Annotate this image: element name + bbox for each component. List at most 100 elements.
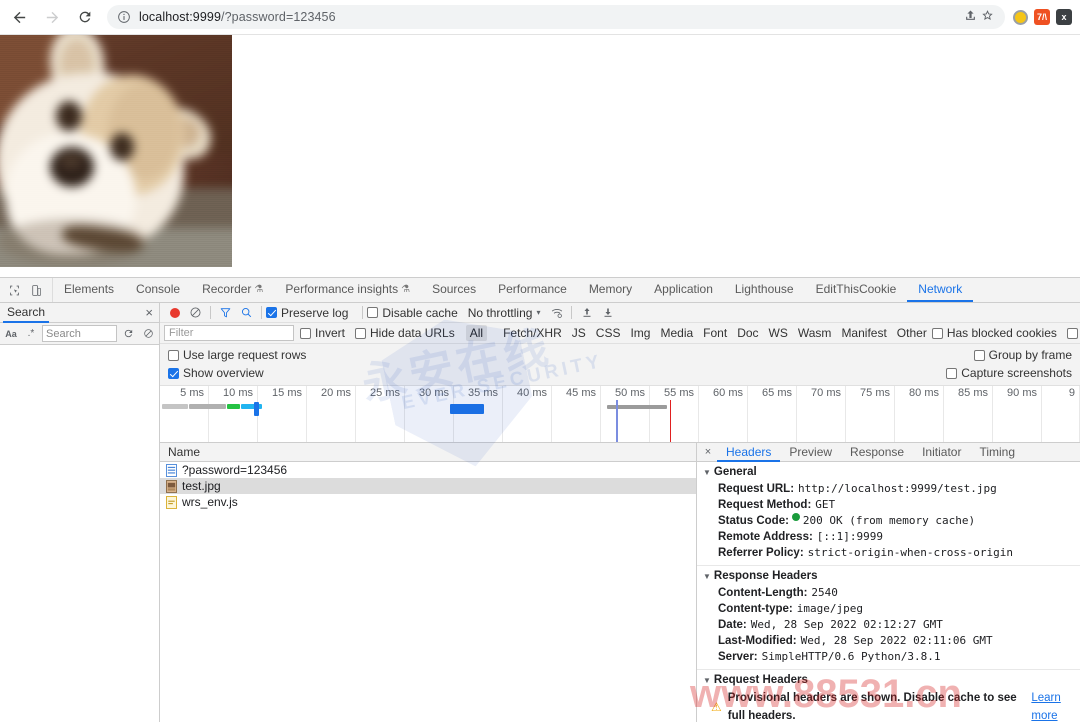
- search-results-area: [0, 345, 159, 722]
- extension-icon-red[interactable]: 7/\: [1034, 9, 1050, 25]
- tab-application[interactable]: Application: [643, 278, 724, 302]
- network-filter-bar: Invert Hide data URLs All Fetch/XHR JS C…: [160, 323, 1080, 344]
- disable-cache-checkbox[interactable]: Disable cache: [367, 306, 461, 320]
- search-refresh-icon[interactable]: [119, 325, 137, 343]
- request-list-header[interactable]: Name: [160, 443, 696, 462]
- export-har-button[interactable]: [597, 303, 618, 323]
- regex-icon[interactable]: .*: [22, 325, 40, 343]
- preserve-log-checkbox[interactable]: Preserve log: [266, 306, 352, 320]
- header-name: Last-Modified:: [718, 635, 797, 647]
- network-overview-graph[interactable]: 5 ms 10 ms 15 ms 20 ms 25 ms 30 ms 35 ms…: [160, 386, 1080, 443]
- tab-memory[interactable]: Memory: [578, 278, 643, 302]
- general-section-title[interactable]: ▼ General: [697, 462, 1080, 481]
- use-large-rows-checkbox[interactable]: Use large request rows: [168, 348, 306, 362]
- filter-type-media[interactable]: Media: [656, 325, 697, 341]
- filter-toggle-button[interactable]: [215, 303, 236, 323]
- image-grain-overlay: [0, 35, 232, 267]
- forward-button[interactable]: [38, 3, 66, 31]
- tab-network[interactable]: Network: [907, 278, 974, 302]
- tab-recorder[interactable]: Recorder ⚗: [191, 278, 274, 302]
- toolbar-separator: [210, 306, 211, 319]
- tab-label: Memory: [588, 282, 633, 296]
- inspect-element-icon[interactable]: [4, 280, 24, 300]
- header-row: Date: Wed, 28 Sep 2022 02:12:27 GMT: [697, 617, 1080, 633]
- record-button[interactable]: [164, 303, 185, 323]
- details-tab-response[interactable]: Response: [841, 443, 913, 462]
- header-value: SimpleHTTP/0.6 Python/3.8.1: [761, 650, 941, 663]
- filter-type-js[interactable]: JS: [568, 325, 590, 341]
- tick-label: 65 ms: [762, 387, 792, 399]
- bookmark-star-icon[interactable]: [980, 8, 995, 26]
- tab-console[interactable]: Console: [125, 278, 191, 302]
- arrow-right-icon: [46, 11, 58, 23]
- throttling-dropdown[interactable]: No throttling ▾: [468, 306, 541, 320]
- extension-icon-dark[interactable]: x: [1056, 9, 1072, 25]
- toolbar-separator: [261, 306, 262, 319]
- search-drawer-title: Search: [3, 303, 50, 323]
- back-button[interactable]: [5, 3, 33, 31]
- clear-log-button[interactable]: [185, 303, 206, 323]
- tab-lighthouse[interactable]: Lighthouse: [724, 278, 805, 302]
- match-case-icon[interactable]: Aa: [2, 325, 20, 343]
- blocked-requests-checkbox[interactable]: Blocked Requests: [1066, 326, 1080, 340]
- search-input[interactable]: [42, 325, 117, 342]
- tab-performance[interactable]: Performance: [487, 278, 578, 302]
- details-tab-preview[interactable]: Preview: [780, 443, 841, 462]
- profile-avatar-icon[interactable]: [1013, 9, 1028, 25]
- filter-type-other[interactable]: Other: [893, 325, 931, 341]
- filter-type-img[interactable]: Img: [626, 325, 654, 341]
- show-overview-checkbox[interactable]: Show overview: [168, 366, 264, 380]
- table-row[interactable]: wrs_env.js: [160, 494, 696, 510]
- overview-tick: 65 ms: [748, 386, 797, 442]
- learn-more-link[interactable]: Learn more: [1031, 689, 1080, 722]
- overview-tick: 60 ms: [699, 386, 748, 442]
- search-drawer-close-icon[interactable]: ×: [139, 306, 159, 319]
- tab-elements[interactable]: Elements: [53, 278, 125, 302]
- import-har-button[interactable]: [576, 303, 597, 323]
- group-by-frame-checkbox[interactable]: Group by frame: [973, 348, 1072, 362]
- table-row[interactable]: ?password=123456: [160, 462, 696, 478]
- device-toolbar-icon[interactable]: [26, 280, 46, 300]
- details-tab-headers[interactable]: Headers: [717, 443, 781, 462]
- search-drawer-header: Search ×: [0, 303, 159, 323]
- network-conditions-button[interactable]: [546, 303, 567, 323]
- filter-type-ws[interactable]: WS: [765, 325, 792, 341]
- overview-tick: 9: [1042, 386, 1080, 442]
- tab-label: EditThisCookie: [815, 282, 897, 296]
- table-row[interactable]: test.jpg: [160, 478, 696, 494]
- details-close-icon[interactable]: ×: [699, 443, 717, 461]
- tab-performance-insights[interactable]: Performance insights ⚗: [274, 278, 421, 302]
- filter-type-doc[interactable]: Doc: [733, 325, 762, 341]
- reload-button[interactable]: [71, 3, 99, 31]
- address-bar[interactable]: localhost:9999/?password=123456: [107, 5, 1005, 29]
- details-tab-initiator[interactable]: Initiator: [913, 443, 970, 462]
- invert-checkbox[interactable]: Invert: [300, 326, 349, 340]
- has-blocked-cookies-checkbox[interactable]: Has blocked cookies: [931, 326, 1061, 340]
- shiba-inu-image: [0, 35, 232, 267]
- search-clear-icon[interactable]: [139, 325, 157, 343]
- tab-label: Elements: [64, 282, 115, 296]
- filter-type-manifest[interactable]: Manifest: [837, 325, 890, 341]
- search-toggle-button[interactable]: [236, 303, 257, 323]
- tab-label: Network: [918, 282, 963, 296]
- details-tab-timing[interactable]: Timing: [970, 443, 1024, 462]
- filter-type-font[interactable]: Font: [699, 325, 731, 341]
- tab-editthiscookie[interactable]: EditThisCookie: [805, 278, 908, 302]
- filter-type-wasm[interactable]: Wasm: [794, 325, 836, 341]
- header-name: Date:: [718, 619, 747, 631]
- filter-type-css[interactable]: CSS: [592, 325, 625, 341]
- tick-label: 20 ms: [321, 387, 351, 399]
- response-headers-section-title[interactable]: ▼ Response Headers: [697, 566, 1080, 585]
- warning-message: Provisional headers are shown. Disable c…: [727, 692, 1017, 722]
- tab-label: Sources: [432, 282, 477, 296]
- tab-sources[interactable]: Sources: [421, 278, 487, 302]
- site-info-icon[interactable]: [117, 10, 131, 24]
- devtools-tool-icons: [0, 278, 53, 302]
- request-headers-section-title[interactable]: ▼ Request Headers: [697, 670, 1080, 689]
- url-display: localhost:9999/?password=123456: [139, 10, 336, 24]
- request-headers-section: ▼ Request Headers ⚠ Provisional headers …: [697, 670, 1080, 722]
- share-icon[interactable]: [963, 8, 978, 26]
- header-name: Server:: [718, 651, 758, 663]
- capture-screenshots-checkbox[interactable]: Capture screenshots: [946, 366, 1072, 380]
- network-filter-input[interactable]: [164, 325, 294, 341]
